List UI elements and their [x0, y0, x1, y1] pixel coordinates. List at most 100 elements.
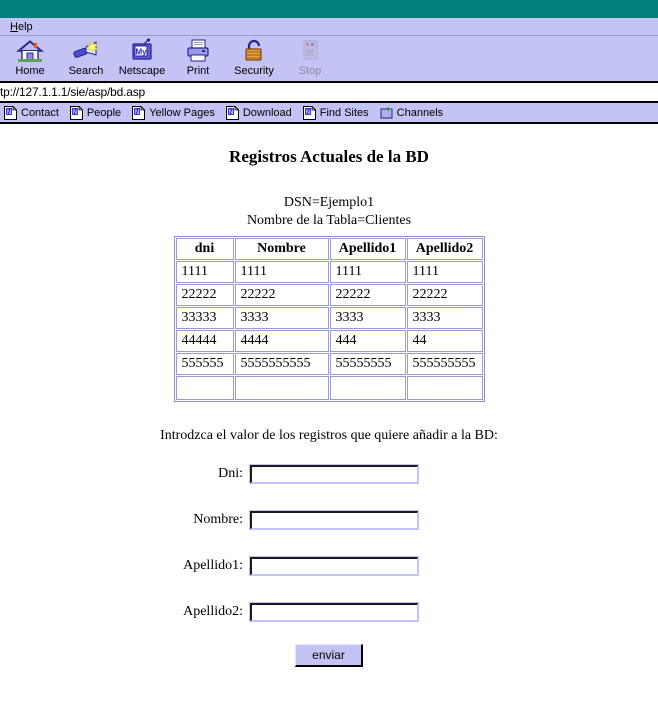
page-content: Registros Actuales de la BD DSN=Ejemplo1…	[0, 124, 658, 721]
stop-sign-icon	[296, 38, 324, 64]
table-cell: 444	[329, 330, 406, 352]
toolbar-button-netscape[interactable]: My Netscape	[114, 36, 170, 81]
table-row: 22222 22222 22222 22222	[175, 284, 483, 306]
nombre-input[interactable]	[249, 510, 419, 530]
dni-input[interactable]	[249, 464, 419, 484]
toolbar-button-print[interactable]: Print	[170, 36, 226, 81]
page-title: Registros Actuales de la BD	[229, 147, 429, 166]
bookmark-label-download: Download	[242, 106, 292, 119]
column-header-dni: dni	[175, 238, 234, 260]
table-cell: 1111	[329, 261, 406, 283]
title-bar	[0, 0, 658, 18]
toolbar-label-stop: Stop	[298, 65, 322, 77]
table-cell: 33333	[175, 307, 234, 329]
records-table: dni Nombre Apellido1 Apellido2 1111 1111…	[173, 236, 485, 402]
svg-text:N: N	[135, 110, 139, 116]
label-nombre: Nombre:	[193, 512, 243, 527]
bookmark-contact[interactable]: N Contact	[4, 105, 59, 120]
toolbar-label-security: Security	[234, 65, 274, 77]
netscape-page-icon: N	[302, 105, 317, 120]
table-cell: 44444	[175, 330, 234, 352]
bookmark-channels[interactable]: Channels	[380, 106, 443, 120]
toolbar-button-search[interactable]: Search	[58, 36, 114, 81]
menu-item-help-rest: elp	[17, 20, 33, 33]
search-flashlight-icon	[72, 38, 100, 64]
svg-text:N: N	[306, 110, 310, 116]
column-header-apellido2: Apellido2	[406, 238, 483, 260]
table-cell	[234, 376, 329, 400]
table-cell: 4444	[234, 330, 329, 352]
bookmark-download[interactable]: N Download	[225, 105, 292, 120]
table-row: 33333 3333 3333 3333	[175, 307, 483, 329]
table-cell: 3333	[234, 307, 329, 329]
table-row	[175, 376, 483, 400]
netscape-page-icon: N	[69, 105, 84, 120]
table-cell	[329, 376, 406, 400]
table-cell: 55555555	[329, 353, 406, 375]
column-header-apellido1: Apellido1	[329, 238, 406, 260]
apellido2-input[interactable]	[249, 602, 419, 622]
form-row-dni: Dni:	[0, 460, 658, 488]
toolbar-label-home: Home	[15, 65, 45, 77]
table-cell	[406, 376, 483, 400]
form-row-apellido1: Apellido1:	[0, 552, 658, 580]
svg-text:N: N	[73, 110, 77, 116]
form-prompt: Introdzca el valor de los registros que …	[160, 428, 498, 443]
table-cell: 1111	[175, 261, 234, 283]
browser-window: Help Home Search My Netscape Print Secur…	[0, 0, 658, 725]
table-cell: 22222	[234, 284, 329, 306]
svg-text:My: My	[135, 48, 147, 57]
bookmark-label-find-sites: Find Sites	[319, 106, 369, 119]
label-apellido1: Apellido1:	[183, 558, 243, 573]
table-cell: 5555555555	[234, 353, 329, 375]
table-cell: 3333	[406, 307, 483, 329]
bookmark-find-sites[interactable]: N Find Sites	[302, 105, 369, 120]
svg-text:N: N	[7, 110, 11, 116]
submit-row: enviar	[0, 644, 658, 667]
table-name-line: Nombre de la Tabla=Clientes	[246, 213, 412, 228]
table-cell: 1111	[234, 261, 329, 283]
toolbar-label-search: Search	[68, 65, 104, 77]
bookmark-people[interactable]: N People	[69, 105, 121, 120]
printer-icon	[184, 38, 212, 64]
table-header-row: dni Nombre Apellido1 Apellido2	[175, 238, 483, 260]
table-cell: 555555	[175, 353, 234, 375]
toolbar-button-security[interactable]: Security	[226, 36, 282, 81]
bookmark-yellow-pages[interactable]: N Yellow Pages	[132, 105, 215, 120]
netscape-page-icon: N	[225, 105, 240, 120]
bookmark-label-channels: Channels	[396, 106, 444, 119]
toolbar-label-print: Print	[186, 65, 210, 77]
form-row-apellido2: Apellido2:	[0, 598, 658, 626]
netscape-page-icon: N	[132, 105, 146, 120]
toolbar-button-stop[interactable]: Stop	[282, 36, 338, 81]
netscape-my-icon: My	[128, 38, 156, 64]
home-icon	[16, 38, 44, 64]
menu-item-help[interactable]: Help	[6, 19, 37, 35]
bookmark-label-contact: Contact	[21, 106, 59, 119]
personal-toolbar: N Contact N People N Yellow Pages N Down…	[0, 103, 658, 124]
table-cell: 44	[406, 330, 483, 352]
toolbar-button-home[interactable]: Home	[2, 36, 58, 81]
table-cell: 1111	[406, 261, 483, 283]
table-cell: 22222	[175, 284, 234, 306]
table-row: 1111 1111 1111 1111	[175, 261, 483, 283]
navigation-toolbar: Home Search My Netscape Print Security S…	[0, 36, 658, 83]
padlock-icon	[240, 38, 268, 64]
bookmark-label-yellow-pages: Yellow Pages	[149, 106, 215, 119]
table-cell: 22222	[406, 284, 483, 306]
label-apellido2: Apellido2:	[183, 604, 243, 619]
dsn-line: DSN=Ejemplo1	[283, 195, 375, 210]
apellido1-input[interactable]	[249, 556, 419, 576]
form-row-nombre: Nombre:	[0, 506, 658, 534]
table-row: 555555 5555555555 55555555 555555555	[175, 353, 483, 375]
submit-button[interactable]: enviar	[295, 644, 363, 667]
label-dni: Dni:	[218, 466, 243, 481]
menu-bar: Help	[0, 18, 658, 36]
channels-icon	[380, 106, 393, 120]
address-bar-url[interactable]: tp://127.1.1.1/sie/asp/bd.asp	[0, 85, 145, 99]
table-row: 44444 4444 444 44	[175, 330, 483, 352]
address-bar[interactable]: tp://127.1.1.1/sie/asp/bd.asp	[0, 83, 658, 103]
table-cell: 555555555	[406, 353, 483, 375]
table-cell: 22222	[329, 284, 406, 306]
table-cell: 3333	[329, 307, 406, 329]
